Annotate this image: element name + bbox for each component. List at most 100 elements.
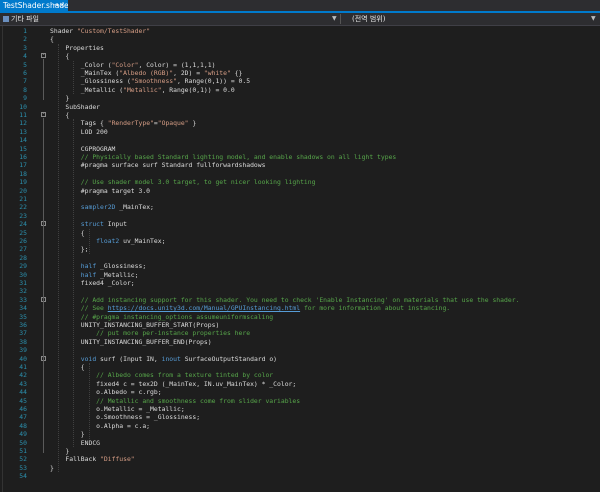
- code-line[interactable]: 49 }: [0, 430, 600, 438]
- line-number: 36: [19, 321, 27, 329]
- code-text: #pragma target 3.0: [50, 187, 150, 195]
- code-line[interactable]: 16 // Physically based Standard lighting…: [0, 153, 600, 161]
- code-line[interactable]: 20 #pragma target 3.0: [0, 187, 600, 195]
- line-number: 30: [19, 270, 27, 279]
- code-line[interactable]: 4 - {: [0, 52, 600, 60]
- code-line[interactable]: 30 half _Metallic;: [0, 271, 600, 279]
- code-line[interactable]: 36 UNITY_INSTANCING_BUFFER_START(Props): [0, 321, 600, 329]
- code-line[interactable]: 28: [0, 254, 600, 262]
- code-line[interactable]: 25 {: [0, 229, 600, 237]
- code-token: inout: [161, 354, 181, 363]
- code-line[interactable]: 21: [0, 195, 600, 203]
- project-dropdown[interactable]: 기타 파일: [2, 13, 338, 25]
- code-line[interactable]: 27 };: [0, 245, 600, 253]
- code-token: // Metallic and smoothness come from sli…: [50, 396, 301, 405]
- code-link[interactable]: https://docs.unity3d.com/Manual/GPUInsta…: [108, 304, 300, 312]
- scope-dropdown[interactable]: (전역 범위): [352, 13, 592, 25]
- outline-line: [43, 227, 44, 252]
- pin-close-icon[interactable]: →×: [53, 0, 65, 11]
- code-line[interactable]: 17 #pragma surface surf Standard fullfor…: [0, 161, 600, 169]
- code-line[interactable]: 22 sampler2D _MainTex;: [0, 203, 600, 211]
- code-line[interactable]: 12 Tags { "RenderType"="Opaque" }: [0, 119, 600, 127]
- code-line[interactable]: 6 _MainTex ("Albedo (RGB)", 2D) = "white…: [0, 69, 600, 77]
- code-token: "Smoothness": [130, 77, 177, 86]
- code-line[interactable]: 11 - {: [0, 111, 600, 119]
- outline-line: [43, 59, 44, 101]
- code-line[interactable]: 48 o.Alpha = c.a;: [0, 422, 600, 430]
- code-text: half _Metallic;: [50, 271, 139, 279]
- code-line[interactable]: 34 // See https://docs.unity3d.com/Manua…: [0, 304, 600, 312]
- code-line[interactable]: 1 Shader "Custom/TestShader": [0, 27, 600, 35]
- code-editor[interactable]: 1 Shader "Custom/TestShader" 2{3 Propertie…: [0, 26, 600, 492]
- code-line[interactable]: 26 float2 uv_MainTex;: [0, 237, 600, 245]
- code-line[interactable]: 3 Properties: [0, 44, 600, 52]
- code-line[interactable]: 45 // Metallic and smoothness come from …: [0, 397, 600, 405]
- line-number: 1: [23, 27, 27, 35]
- indent-guide: [57, 43, 59, 473]
- code-token: o.Alpha = c.a;: [50, 421, 151, 430]
- code-line[interactable]: 32: [0, 287, 600, 295]
- line-number: 20: [19, 186, 27, 195]
- code-line[interactable]: 54: [0, 472, 600, 480]
- code-line[interactable]: 29 half _Glossiness;: [0, 262, 600, 270]
- code-text: // Physically based Standard lighting mo…: [50, 153, 397, 161]
- code-text: o.Alpha = c.a;: [50, 422, 150, 430]
- code-line[interactable]: 39: [0, 346, 600, 354]
- code-token: surf (Input IN,: [96, 354, 162, 363]
- code-token: UNITY_INSTANCING_BUFFER_START(Props): [50, 321, 220, 329]
- code-line[interactable]: 8 _Metallic ("Metallic", Range(0,1)) = 0…: [0, 86, 600, 94]
- code-token: {: [50, 52, 70, 61]
- code-token: Input: [103, 220, 127, 229]
- tab-testshader[interactable]: TestShader.shader →×: [0, 0, 68, 11]
- code-line[interactable]: 7 _Glossiness ("Smoothness", Range(0,1))…: [0, 77, 600, 85]
- code-text: CGPROGRAM: [50, 144, 116, 153]
- code-line[interactable]: 50 ENDCG: [0, 439, 600, 447]
- code-line[interactable]: 24- struct Input: [0, 220, 600, 228]
- code-line[interactable]: 13 LOD 200: [0, 128, 600, 136]
- code-line[interactable]: 53}: [0, 464, 600, 472]
- code-line[interactable]: 47 o.Smoothness = _Glossiness;: [0, 413, 600, 421]
- chevron-down-icon[interactable]: ▼: [591, 13, 596, 25]
- code-line[interactable]: 19 // Use shader model 3.0 target, to ge…: [0, 178, 600, 186]
- code-line[interactable]: 5 _Color ("Color", Color) = (1,1,1,1): [0, 61, 600, 69]
- code-line[interactable]: 40- void surf (Input IN, inout SurfaceOu…: [0, 355, 600, 363]
- code-token: // Physically based Standard lighting mo…: [50, 153, 397, 161]
- code-line[interactable]: 18: [0, 170, 600, 178]
- code-line[interactable]: 15 CGPROGRAM: [0, 145, 600, 153]
- code-line[interactable]: 41 {: [0, 363, 600, 371]
- collapse-icon[interactable]: -: [41, 53, 46, 59]
- code-line[interactable]: 2{: [0, 35, 600, 43]
- line-number: 5: [23, 60, 27, 69]
- code-line[interactable]: 35 // #pragma instancing_options assumeu…: [0, 313, 600, 321]
- line-number: 29: [19, 262, 27, 271]
- code-text: }: [50, 430, 85, 438]
- code-token: CGPROGRAM: [50, 144, 116, 153]
- code-line[interactable]: 42 // Albedo comes from a texture tinted…: [0, 371, 600, 379]
- chevron-down-icon[interactable]: ▼: [332, 13, 337, 25]
- code-token: Shader: [50, 27, 77, 35]
- code-token: "white": [203, 69, 231, 77]
- code-line[interactable]: 9 }: [0, 94, 600, 102]
- code-line[interactable]: 31 fixed4 _Color;: [0, 279, 600, 287]
- code-line[interactable]: 14: [0, 136, 600, 144]
- code-token: _Metallic (: [50, 85, 124, 94]
- collapse-icon[interactable]: -: [41, 112, 46, 117]
- code-line[interactable]: 10 SubShader: [0, 103, 600, 111]
- code-line[interactable]: 33- // Add instancing support for this s…: [0, 296, 600, 304]
- code-line[interactable]: 38 UNITY_INSTANCING_BUFFER_END(Props): [0, 338, 600, 346]
- line-number: 16: [19, 153, 27, 161]
- code-line[interactable]: 46 o.Metallic = _Metallic;: [0, 405, 600, 413]
- line-number: 33: [19, 295, 27, 304]
- line-number: 23: [19, 211, 27, 220]
- code-text: struct Input: [50, 220, 127, 228]
- code-line[interactable]: 44 o.Albedo = c.rgb;: [0, 388, 600, 396]
- code-line[interactable]: 43 fixed4 c = tex2D (_MainTex, IN.uv_Mai…: [0, 380, 600, 388]
- code-line[interactable]: 37 // put more per-instance properties h…: [0, 329, 600, 337]
- code-text: {: [50, 111, 69, 119]
- code-token: "Color": [111, 60, 139, 69]
- code-line[interactable]: 51 }: [0, 447, 600, 455]
- code-line[interactable]: 23: [0, 212, 600, 220]
- code-line[interactable]: 52 FallBack "Diffuse": [0, 455, 600, 463]
- code-token: // put more per-instance properties here: [50, 329, 251, 338]
- line-number: 45: [19, 396, 27, 405]
